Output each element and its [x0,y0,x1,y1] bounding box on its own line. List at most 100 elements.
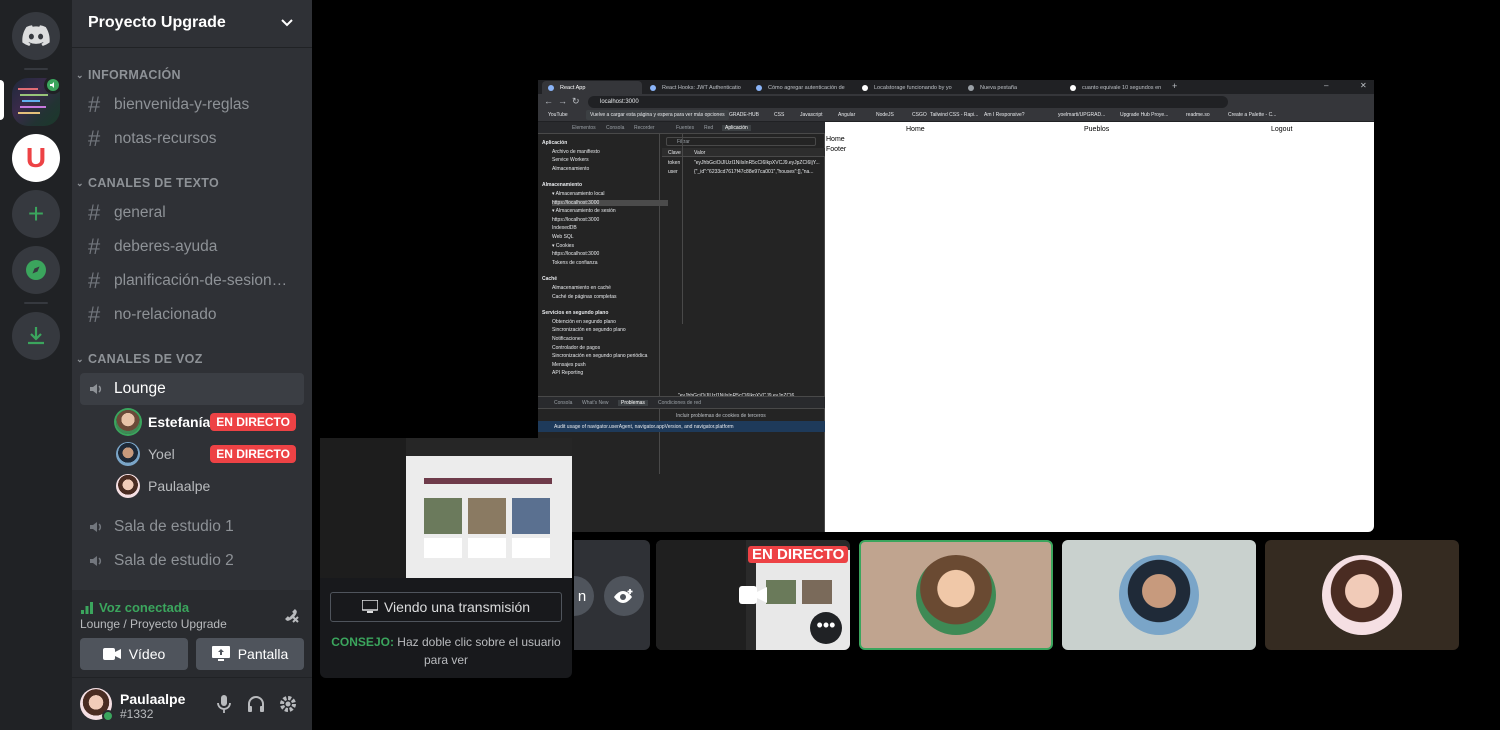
headphones-icon[interactable] [246,694,266,719]
devtools-nav-item[interactable]: Sincronización en segundo plano [552,327,626,333]
voice-user-yoel[interactable]: Yoel EN DIRECTO [116,439,304,469]
voice-location[interactable]: Lounge / Proyecto Upgrade [80,617,227,631]
devtools-nav-item[interactable]: Tokens de confianza [552,260,598,266]
voice-channel-sala-1[interactable]: Sala de estudio 1 [80,511,304,543]
screen-share-stream[interactable]: React App React Hooks: JWT Authenticatio… [538,80,1374,532]
devtools-tab[interactable]: Aplicación [722,125,751,131]
nav-link-logout[interactable]: Logout [1271,126,1292,133]
devtools-nav-item[interactable]: ▾ Almacenamiento local [552,191,605,197]
devtools-tab[interactable]: Fuentes [676,125,694,131]
devtools-nav-item[interactable]: Mensajes push [552,362,586,368]
gear-icon[interactable] [278,694,298,719]
server-upgrade-hub[interactable]: U [12,134,60,182]
devtools-nav-item[interactable]: https://localhost:3000 [552,251,599,257]
nav-link-pueblos[interactable]: Pueblos [1084,126,1109,133]
browser-tab[interactable]: Localstorage funcionando by yo [856,81,960,94]
browser-tab[interactable]: React Hooks: JWT Authenticatio [644,81,748,94]
channel-deberes-ayuda[interactable]: # deberes-ayuda [80,231,304,263]
devtools-nav-item[interactable]: Archivo de manifiesto [552,149,600,155]
bookmark-item[interactable]: Am I Responsive? [984,112,1025,118]
third-party-cookies-checkbox[interactable]: Incluir problemas de cookies de terceros [676,413,766,419]
channel-bienvenida-y-reglas[interactable]: # bienvenida-y-reglas [80,89,304,121]
discord-home-button[interactable] [12,12,60,60]
address-bar[interactable]: localhost:3000 [588,96,1228,108]
browser-tab[interactable]: Nueva pestaña [962,81,1062,94]
devtools-nav-item[interactable]: https://localhost:3000 [552,199,668,206]
bookmark-item[interactable]: Angular [838,112,855,118]
disconnect-call-icon[interactable] [280,604,300,629]
voice-channel-lounge[interactable]: Lounge [80,373,304,405]
bookmark-item[interactable]: CSGO [912,112,927,118]
watch-stream-button[interactable] [604,576,644,616]
participant-tile-estefania[interactable] [859,540,1053,650]
bookmark-item[interactable]: Javascript [800,112,823,118]
bookmark-item[interactable]: Upgrade Hub Proye... [1120,112,1168,118]
nav-link-home[interactable]: Home [906,126,925,133]
devtools-nav-item[interactable]: Web SQL [552,234,574,240]
bookmark-item[interactable]: NodeJS [876,112,894,118]
devtools-nav-item[interactable]: Almacenamiento [552,166,589,172]
voice-channel-sala-2[interactable]: Sala de estudio 2 [80,545,304,577]
bookmark-item[interactable]: Create a Palette - C... [1228,112,1276,118]
channel-notas-recursos[interactable]: # notas-recursos [80,123,304,155]
browser-tab[interactable]: React App [542,81,642,94]
explore-servers-button[interactable] [12,246,60,294]
devtools-nav-item[interactable]: Almacenamiento en caché [552,285,611,291]
back-arrow-icon[interactable]: ← [544,96,553,106]
browser-tab[interactable]: cuanto equivale 10 segundos en [1064,81,1168,94]
column-header[interactable]: Clave [668,150,681,156]
minimize-icon[interactable]: – [1324,81,1328,90]
stream-preview-thumbnail[interactable] [320,438,572,578]
issue-row[interactable]: Audit usage of navigator.userAgent, navi… [538,421,825,432]
guild-header[interactable]: Proyecto Upgrade [72,0,312,48]
filter-input[interactable]: Filtrar [666,137,816,146]
add-server-button[interactable]: + [12,190,60,238]
drawer-tab[interactable]: Condiciones de red [658,400,701,406]
bookmark-item[interactable]: readme.so [1186,112,1210,118]
devtools-nav-item[interactable]: Sincronización en segundo plano periódic… [552,353,647,359]
devtools-nav-item[interactable]: https://localhost:3000 [552,217,599,223]
video-button[interactable]: Vídeo [80,638,188,670]
devtools-tab[interactable]: Recorder [634,125,655,131]
screen-share-button[interactable]: Pantalla [196,638,304,670]
bookmark-item[interactable]: yoelmarti/UPGRAD... [1058,112,1105,118]
category-informacion[interactable]: ⌄ INFORMACIÓN [76,65,181,85]
drawer-tab[interactable]: Consola [554,400,572,406]
channel-planificacion[interactable]: # planificación-de-sesion… [80,265,304,297]
participant-tile-paulaalpe[interactable] [1265,540,1459,650]
channel-general[interactable]: # general [80,197,304,229]
devtools-tab[interactable]: Elementos [572,125,596,131]
close-window-icon[interactable]: ✕ [1360,81,1367,90]
devtools-nav-item[interactable]: Controlador de pagos [552,345,600,351]
join-button[interactable]: n [574,576,594,616]
table-row[interactable]: token "eyJhbGciOiJIUzI1NiIsInR5cCI6IkpXV… [662,159,825,168]
devtools-nav-item[interactable]: Service Workers [552,157,589,163]
bookmark-item[interactable]: Tailwind CSS - Rapi... [930,112,978,118]
participant-tile-partial[interactable]: n [574,540,650,650]
forward-arrow-icon[interactable]: → [558,96,567,106]
devtools-nav-item[interactable]: Obtención en segundo plano [552,319,616,325]
download-apps-button[interactable] [12,312,60,360]
devtools-nav-item[interactable]: ▾ Cookies [552,243,574,249]
category-canales-de-texto[interactable]: ⌄ CANALES DE TEXTO [76,173,219,193]
devtools-nav-item[interactable]: IndexedDB [552,225,577,231]
microphone-icon[interactable] [216,694,232,719]
bookmark-item[interactable]: YouTube [548,112,568,118]
table-row[interactable]: user {"_id":"6233cd7617f47c88e97ca001","… [662,168,825,177]
reload-icon[interactable]: ↻ [572,96,580,107]
devtools-nav-item[interactable]: Caché de páginas completas [552,294,617,300]
voice-user-paulaalpe[interactable]: Paulaalpe [116,471,304,501]
server-proyecto-upgrade[interactable] [12,76,62,126]
voice-status[interactable]: Voz conectada [80,600,189,615]
watching-stream-button[interactable]: Viendo una transmisión [330,592,562,622]
devtools-nav-item[interactable]: ▾ Almacenamiento de sesión [552,208,616,214]
drawer-tab[interactable]: What's New [582,400,609,406]
bookmark-item[interactable]: CSS [774,112,784,118]
browser-tab[interactable]: Cómo agregar autenticación de [750,81,854,94]
devtools-nav-item[interactable]: API Reporting [552,370,583,376]
new-tab-icon[interactable]: + [1172,81,1177,91]
voice-user-estefania[interactable]: Estefanía EN DIRECTO [116,407,304,437]
category-canales-de-voz[interactable]: ⌄ CANALES DE VOZ [76,349,203,369]
stream-tile-yoel[interactable]: EN DIRECTO ••• [656,540,850,650]
more-options-button[interactable]: ••• [810,612,842,644]
